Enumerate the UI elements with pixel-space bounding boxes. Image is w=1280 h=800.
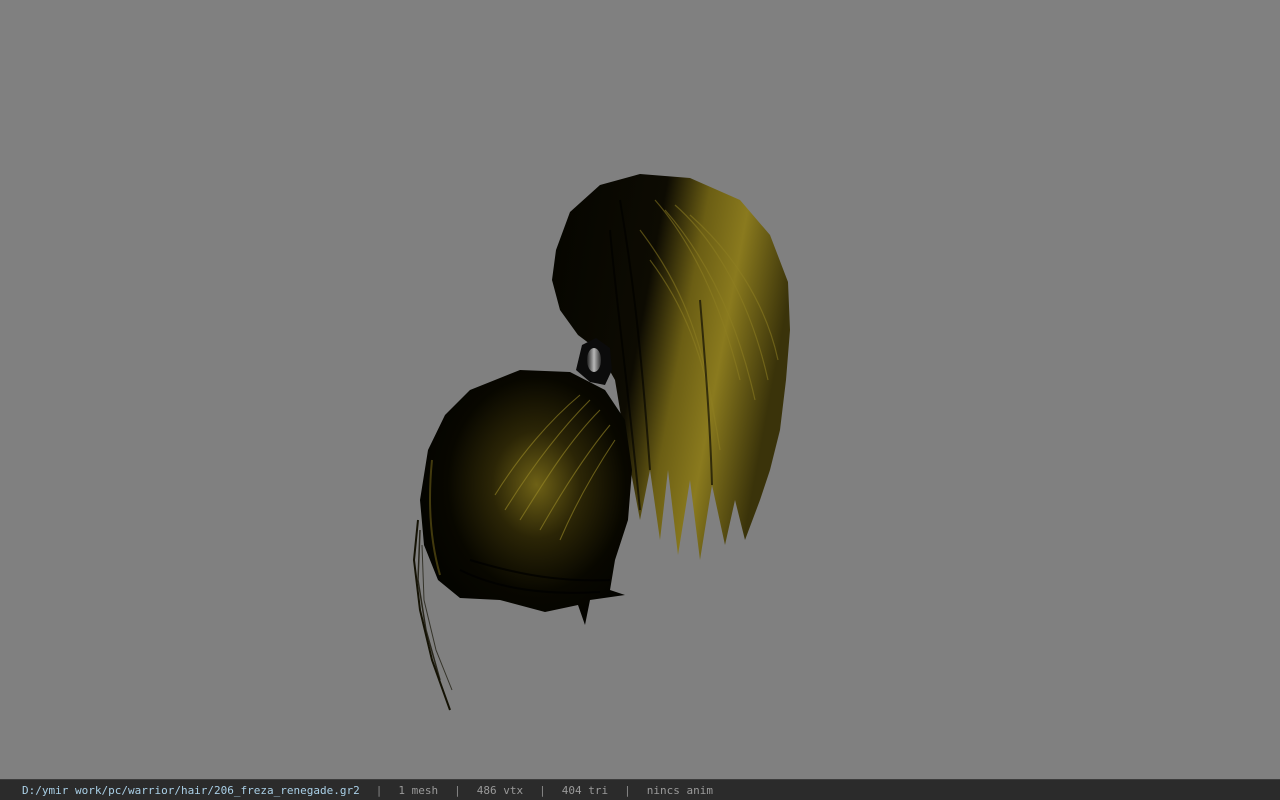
hair-bun-mass: [420, 370, 632, 625]
mesh-count-label: 1 mesh: [398, 783, 439, 797]
hair-model-render: [412, 174, 790, 711]
status-bar: D:/ymir work/pc/warrior/hair/206_freza_r…: [0, 779, 1280, 800]
separator: |: [454, 783, 461, 797]
separator: |: [539, 783, 546, 797]
vertex-count-label: 486 vtx: [476, 783, 524, 797]
separator: |: [624, 783, 631, 797]
3d-viewport[interactable]: [0, 0, 1280, 779]
animation-status-label: nincs anim: [646, 783, 713, 797]
separator: |: [375, 783, 383, 797]
triangle-count-label: 404 tri: [561, 783, 609, 797]
file-path-label: D:/ymir work/pc/warrior/hair/206_freza_r…: [22, 783, 360, 797]
